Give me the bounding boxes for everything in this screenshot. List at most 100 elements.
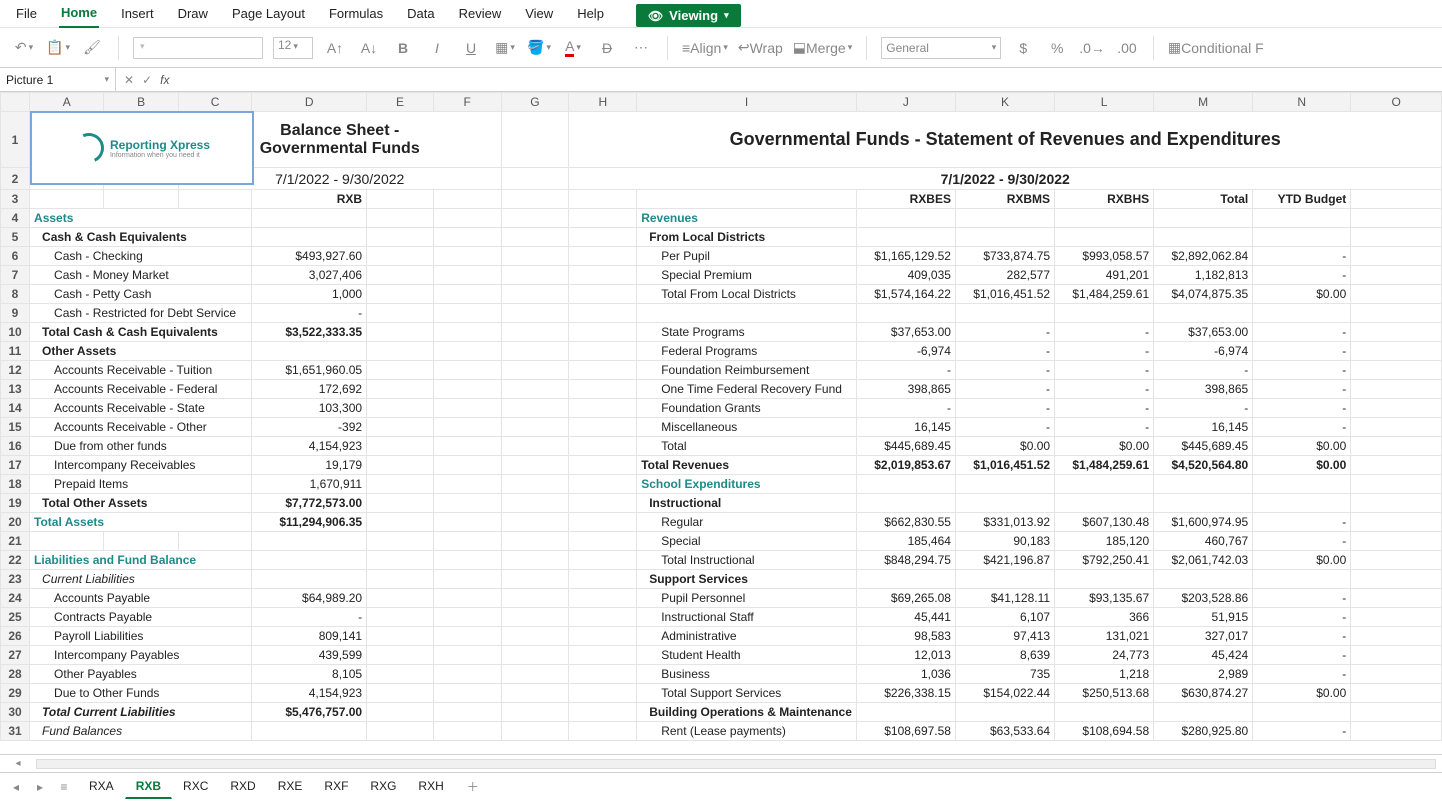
cell-L8[interactable]: $1,484,259.61: [1055, 285, 1154, 304]
cell-D20[interactable]: $11,294,906.35: [252, 513, 367, 532]
cell-L11[interactable]: -: [1055, 342, 1154, 361]
cell-K26[interactable]: 97,413: [955, 627, 1054, 646]
cell-M20[interactable]: $1,600,974.95: [1154, 513, 1253, 532]
cell-N6[interactable]: -: [1253, 247, 1351, 266]
cell-D25[interactable]: -: [252, 608, 367, 627]
cell-F15[interactable]: [433, 418, 501, 437]
cell-A4[interactable]: Assets: [30, 209, 252, 228]
cell-K20[interactable]: $331,013.92: [955, 513, 1054, 532]
cell-J9[interactable]: [856, 304, 955, 323]
cell-G31[interactable]: [501, 722, 569, 741]
cell-N25[interactable]: -: [1253, 608, 1351, 627]
cell-M31[interactable]: $280,925.80: [1154, 722, 1253, 741]
cell-F31[interactable]: [433, 722, 501, 741]
cell-K9[interactable]: [955, 304, 1054, 323]
cell-L4[interactable]: [1055, 209, 1154, 228]
wrap-text-button[interactable]: ↩ Wrap: [738, 36, 783, 60]
row-header-8[interactable]: 8: [1, 285, 30, 304]
cell-D15[interactable]: -392: [252, 418, 367, 437]
cell-J16[interactable]: $445,689.45: [856, 437, 955, 456]
selected-picture-logo[interactable]: Reporting Xpress Information when you ne…: [30, 111, 254, 185]
menu-review[interactable]: Review: [457, 4, 504, 27]
cell-L30[interactable]: [1055, 703, 1154, 722]
cell-K6[interactable]: $733,874.75: [955, 247, 1054, 266]
cell-K28[interactable]: 735: [955, 665, 1054, 684]
cell-I3[interactable]: [637, 190, 857, 209]
row-header-5[interactable]: 5: [1, 228, 30, 247]
cell-L6[interactable]: $993,058.57: [1055, 247, 1154, 266]
cell-D16[interactable]: 4,154,923: [252, 437, 367, 456]
cell-G26[interactable]: [501, 627, 569, 646]
cell-E30[interactable]: [367, 703, 434, 722]
cell-E26[interactable]: [367, 627, 434, 646]
cell-O25[interactable]: [1351, 608, 1442, 627]
menu-data[interactable]: Data: [405, 4, 436, 27]
cell-G9[interactable]: [501, 304, 569, 323]
cell-M13[interactable]: 398,865: [1154, 380, 1253, 399]
cell-O27[interactable]: [1351, 646, 1442, 665]
row-header-11[interactable]: 11: [1, 342, 30, 361]
cell-L25[interactable]: 366: [1055, 608, 1154, 627]
row-header-22[interactable]: 22: [1, 551, 30, 570]
cell-O7[interactable]: [1351, 266, 1442, 285]
cell-M30[interactable]: [1154, 703, 1253, 722]
cell-G22[interactable]: [501, 551, 569, 570]
row-header-21[interactable]: 21: [1, 532, 30, 551]
cell-O8[interactable]: [1351, 285, 1442, 304]
cell-N17[interactable]: $0.00: [1253, 456, 1351, 475]
cell-D13[interactable]: 172,692: [252, 380, 367, 399]
cell-E28[interactable]: [367, 665, 434, 684]
font-color-button[interactable]: A: [561, 36, 585, 60]
cell-J27[interactable]: 12,013: [856, 646, 955, 665]
cell-N9[interactable]: [1253, 304, 1351, 323]
cell-A24[interactable]: Accounts Payable: [30, 589, 252, 608]
cell-E20[interactable]: [367, 513, 434, 532]
cell-F7[interactable]: [433, 266, 501, 285]
cell-A11[interactable]: Other Assets: [30, 342, 252, 361]
cell-J18[interactable]: [856, 475, 955, 494]
cell-K8[interactable]: $1,016,451.52: [955, 285, 1054, 304]
menu-file[interactable]: File: [14, 4, 39, 27]
fill-color-button[interactable]: 🪣: [527, 36, 551, 60]
cell-H9[interactable]: [569, 304, 637, 323]
cell-K14[interactable]: -: [955, 399, 1054, 418]
cell-G21[interactable]: [501, 532, 569, 551]
cell-E11[interactable]: [367, 342, 434, 361]
cell-L10[interactable]: -: [1055, 323, 1154, 342]
cell-F10[interactable]: [433, 323, 501, 342]
menu-formulas[interactable]: Formulas: [327, 4, 385, 27]
cell-N8[interactable]: $0.00: [1253, 285, 1351, 304]
cell-E27[interactable]: [367, 646, 434, 665]
cell-A3[interactable]: [30, 190, 104, 209]
menu-page-layout[interactable]: Page Layout: [230, 4, 307, 27]
cell-L28[interactable]: 1,218: [1055, 665, 1154, 684]
cell-F19[interactable]: [433, 494, 501, 513]
row-header-13[interactable]: 13: [1, 380, 30, 399]
cell-O18[interactable]: [1351, 475, 1442, 494]
cell-H6[interactable]: [569, 247, 637, 266]
cell-I6[interactable]: Per Pupil: [637, 247, 857, 266]
spreadsheet-grid[interactable]: ABCDEFGHIJKLMNO1Balance Sheet -Governmen…: [0, 92, 1442, 754]
menu-help[interactable]: Help: [575, 4, 606, 27]
cell-I31[interactable]: Rent (Lease payments): [637, 722, 857, 741]
cell-M21[interactable]: 460,767: [1154, 532, 1253, 551]
cell-O10[interactable]: [1351, 323, 1442, 342]
cell-O9[interactable]: [1351, 304, 1442, 323]
sheet-tab-rxg[interactable]: RXG: [359, 774, 407, 799]
sheet-all-button[interactable]: ≡: [54, 780, 74, 794]
cell-N16[interactable]: $0.00: [1253, 437, 1351, 456]
cell-M8[interactable]: $4,074,875.35: [1154, 285, 1253, 304]
cell-M11[interactable]: -6,974: [1154, 342, 1253, 361]
cell-M5[interactable]: [1154, 228, 1253, 247]
cell-K18[interactable]: [955, 475, 1054, 494]
increase-font-button[interactable]: A↑: [323, 36, 347, 60]
cell-D29[interactable]: 4,154,923: [252, 684, 367, 703]
cell-F16[interactable]: [433, 437, 501, 456]
cell-H13[interactable]: [569, 380, 637, 399]
cell-I28[interactable]: Business: [637, 665, 857, 684]
row-header-24[interactable]: 24: [1, 589, 30, 608]
cell-M27[interactable]: 45,424: [1154, 646, 1253, 665]
col-header-B[interactable]: B: [104, 93, 178, 112]
cell-I30[interactable]: Building Operations & Maintenance: [637, 703, 857, 722]
row-header-17[interactable]: 17: [1, 456, 30, 475]
